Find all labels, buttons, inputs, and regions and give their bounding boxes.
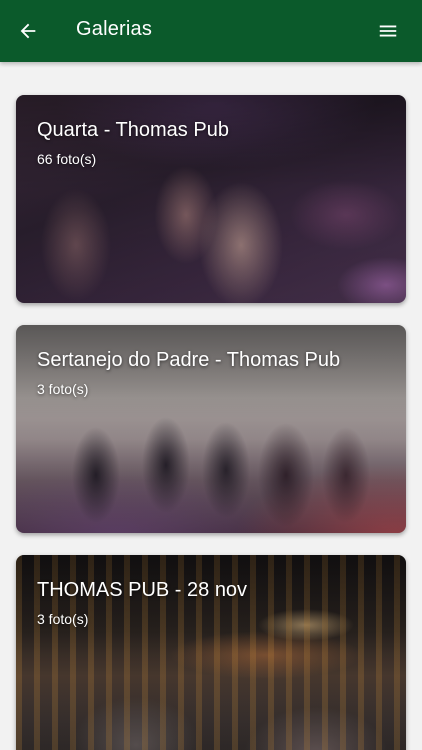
gallery-list[interactable]: Quarta - Thomas Pub 66 foto(s) Sertanejo… [0,62,422,750]
gallery-photo-count: 3 foto(s) [37,611,89,627]
gallery-photo-count: 66 foto(s) [37,151,97,167]
gallery-title: THOMAS PUB - 28 nov [37,579,248,601]
arrow-left-icon [20,23,36,39]
gallery-title: Sertanejo do Padre - Thomas Pub [37,349,341,371]
gallery-card[interactable]: THOMAS PUB - 28 nov 3 foto(s) [16,555,406,750]
hamburger-menu-icon [379,25,397,37]
page-title: Galerias [76,18,153,40]
menu-button[interactable] [372,15,404,47]
back-button[interactable] [12,15,44,47]
app-bar: Galerias [0,0,422,62]
gallery-card[interactable]: Quarta - Thomas Pub 66 foto(s) [16,95,406,303]
gallery-photo-count: 3 foto(s) [37,381,89,397]
gallery-title: Quarta - Thomas Pub [37,119,229,141]
gallery-card[interactable]: Sertanejo do Padre - Thomas Pub 3 foto(s… [16,325,406,533]
